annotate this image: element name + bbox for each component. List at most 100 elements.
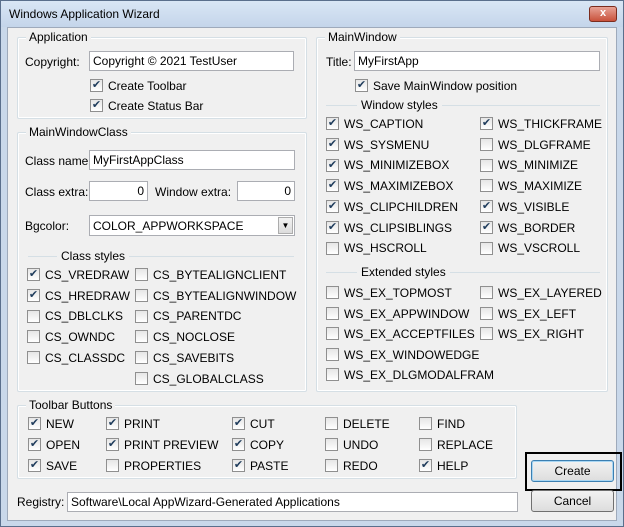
check-icon [480,158,493,172]
checkbox-open[interactable]: ✔ OPEN [28,438,80,454]
check-icon: ✔ [480,117,493,131]
copyright-input[interactable]: Copyright © 2021 TestUser [89,51,294,71]
checkbox-label: CS_NOCLOSE [153,330,236,345]
checkbox-new[interactable]: ✔ NEW [28,417,74,433]
windowextra-input[interactable]: 0 [237,181,295,201]
save-position-checkbox[interactable]: ✔ Save MainWindow position [355,79,517,95]
extended-styles-title: Extended styles [357,265,450,279]
close-button[interactable]: x [589,6,617,22]
checkbox-ws-border[interactable]: ✔ WS_BORDER [480,221,575,237]
checkbox-cs-savebits[interactable]: CS_SAVEBITS [135,351,234,367]
checkbox-cs-vredraw[interactable]: ✔ CS_VREDRAW [27,268,129,284]
checkbox-label: REPLACE [437,438,494,452]
checkbox-print-preview[interactable]: ✔ PRINT PREVIEW [106,438,218,454]
checkbox-undo[interactable]: UNDO [325,438,378,454]
checkbox-label: COPY [250,438,285,452]
toolbar-buttons-group: Toolbar Buttons ✔ NEW ✔ OPEN ✔ SAVE ✔ PRINT ✔ PRI… [17,398,517,479]
checkbox-label: WS_MINIMIZEBOX [344,158,450,173]
checkbox-ws-minimizebox[interactable]: ✔ WS_MINIMIZEBOX [326,158,449,174]
create-button[interactable]: Create [531,460,614,482]
checkbox-label: CS_PARENTDC [153,309,242,324]
checkbox-ws-ex-appwindow[interactable]: WS_EX_APPWINDOW [326,307,469,323]
cancel-button[interactable]: Cancel [531,490,614,512]
checkbox-cs-hredraw[interactable]: ✔ CS_HREDRAW [27,289,130,305]
title-bar[interactable]: Windows Application Wizard x [1,1,623,27]
checkbox-paste[interactable]: ✔ PASTE [232,459,288,475]
checkbox-cs-bytealignwindow[interactable]: CS_BYTEALIGNWINDOW [135,289,296,305]
checkbox-ws-caption[interactable]: ✔ WS_CAPTION [326,117,423,133]
checkbox-label: WS_CLIPCHILDREN [344,199,459,214]
application-group-title: Application [26,30,91,44]
registry-input[interactable]: Software\Local AppWizard-Generated Appli… [67,492,518,512]
check-icon [480,179,493,193]
checkbox-ws-clipsiblings[interactable]: ✔ WS_CLIPSIBLINGS [326,221,452,237]
checkbox-label: WS_MAXIMIZE [498,179,583,194]
checkbox-ws-ex-right[interactable]: WS_EX_RIGHT [480,327,584,343]
checkbox-ws-ex-topmost[interactable]: WS_EX_TOPMOST [326,286,452,302]
title-input[interactable]: MyFirstApp [354,51,600,71]
checkbox-print[interactable]: ✔ PRINT [106,417,160,433]
checkbox-ws-maximize[interactable]: WS_MAXIMIZE [480,179,582,195]
checkbox-label: WS_BORDER [498,220,576,235]
checkbox-ws-minimize[interactable]: WS_MINIMIZE [480,158,578,174]
checkbox-label: WS_DLGFRAME [498,137,591,152]
dialog-client: Application Copyright: Copyright © 2021 … [7,27,622,521]
checkbox-help[interactable]: ✔ HELP [419,459,468,475]
checkbox-label: CS_VREDRAW [45,268,130,282]
classname-input[interactable]: MyFirstAppClass [89,150,295,170]
checkbox-properties[interactable]: PROPERTIES [106,459,201,475]
checkbox-cut[interactable]: ✔ CUT [232,417,275,433]
checkbox-cs-bytealignclient[interactable]: CS_BYTEALIGNCLIENT [135,268,286,284]
checkbox-label: CS_BYTEALIGNCLIENT [153,268,287,282]
check-icon: ✔ [27,268,40,282]
checkbox-ws-dlgframe[interactable]: WS_DLGFRAME [480,138,591,154]
checkbox-cs-noclose[interactable]: CS_NOCLOSE [135,330,235,346]
check-icon [480,327,493,341]
checkbox-ws-ex-windowedge[interactable]: WS_EX_WINDOWEDGE [326,348,479,364]
title-label: Title: [326,55,352,69]
checkbox-ws-hscroll[interactable]: WS_HSCROLL [326,241,427,257]
checkbox-delete[interactable]: DELETE [325,417,390,433]
checkbox-ws-sysmenu[interactable]: ✔ WS_SYSMENU [326,138,429,154]
checkbox-ws-ex-layered[interactable]: WS_EX_LAYERED [480,286,602,302]
checkbox-ws-maximizebox[interactable]: ✔ WS_MAXIMIZEBOX [326,179,453,195]
checkbox-ws-ex-dlgmodalfram[interactable]: WS_EX_DLGMODALFRAM [326,368,494,384]
create-statusbar-checkbox[interactable]: ✔ Create Status Bar [90,99,203,115]
checkbox-ws-visible[interactable]: ✔ WS_VISIBLE [480,200,569,216]
checkbox-ws-thickframe[interactable]: ✔ WS_THICKFRAME [480,117,602,133]
check-icon [480,306,493,320]
checkbox-label: WS_CAPTION [344,117,424,131]
checkbox-label: CS_HREDRAW [45,288,130,303]
check-icon [480,138,493,152]
window-title: Windows Application Wizard [9,7,160,21]
check-icon: ✔ [106,438,119,452]
checkbox-find[interactable]: FIND [419,417,465,433]
checkbox-copy[interactable]: ✔ COPY [232,438,284,454]
application-group: Application Copyright: Copyright © 2021 … [17,30,307,119]
save-position-check-icon: ✔ [355,79,368,93]
checkbox-cs-classdc[interactable]: CS_CLASSDC [27,351,125,367]
bgcolor-select[interactable]: COLOR_APPWORKSPACE ▼ [89,215,295,236]
create-toolbar-checkbox[interactable]: ✔ Create Toolbar [90,79,187,95]
checkbox-ws-clipchildren[interactable]: ✔ WS_CLIPCHILDREN [326,200,458,216]
classextra-input[interactable]: 0 [89,181,148,201]
checkbox-ws-ex-left[interactable]: WS_EX_LEFT [480,307,576,323]
check-icon [419,438,432,452]
classextra-label: Class extra: [25,185,89,199]
chevron-down-icon[interactable]: ▼ [278,217,293,234]
copyright-label: Copyright: [25,55,80,69]
checkbox-label: WS_EX_LAYERED [498,286,602,300]
check-icon [325,417,338,431]
checkbox-ws-ex-acceptfiles[interactable]: WS_EX_ACCEPTFILES [326,327,475,343]
checkbox-replace[interactable]: REPLACE [419,438,493,454]
checkbox-cs-dblclks[interactable]: CS_DBLCLKS [27,309,123,325]
check-icon [27,351,40,365]
checkbox-label: FIND [437,417,465,431]
windowextra-label: Window extra: [155,185,232,199]
checkbox-ws-vscroll[interactable]: WS_VSCROLL [480,241,580,257]
checkbox-cs-parentdc[interactable]: CS_PARENTDC [135,309,241,325]
checkbox-redo[interactable]: REDO [325,459,378,475]
checkbox-save[interactable]: ✔ SAVE [28,459,77,475]
checkbox-cs-globalclass[interactable]: CS_GLOBALCLASS [135,372,264,388]
checkbox-cs-owndc[interactable]: CS_OWNDC [27,330,115,346]
